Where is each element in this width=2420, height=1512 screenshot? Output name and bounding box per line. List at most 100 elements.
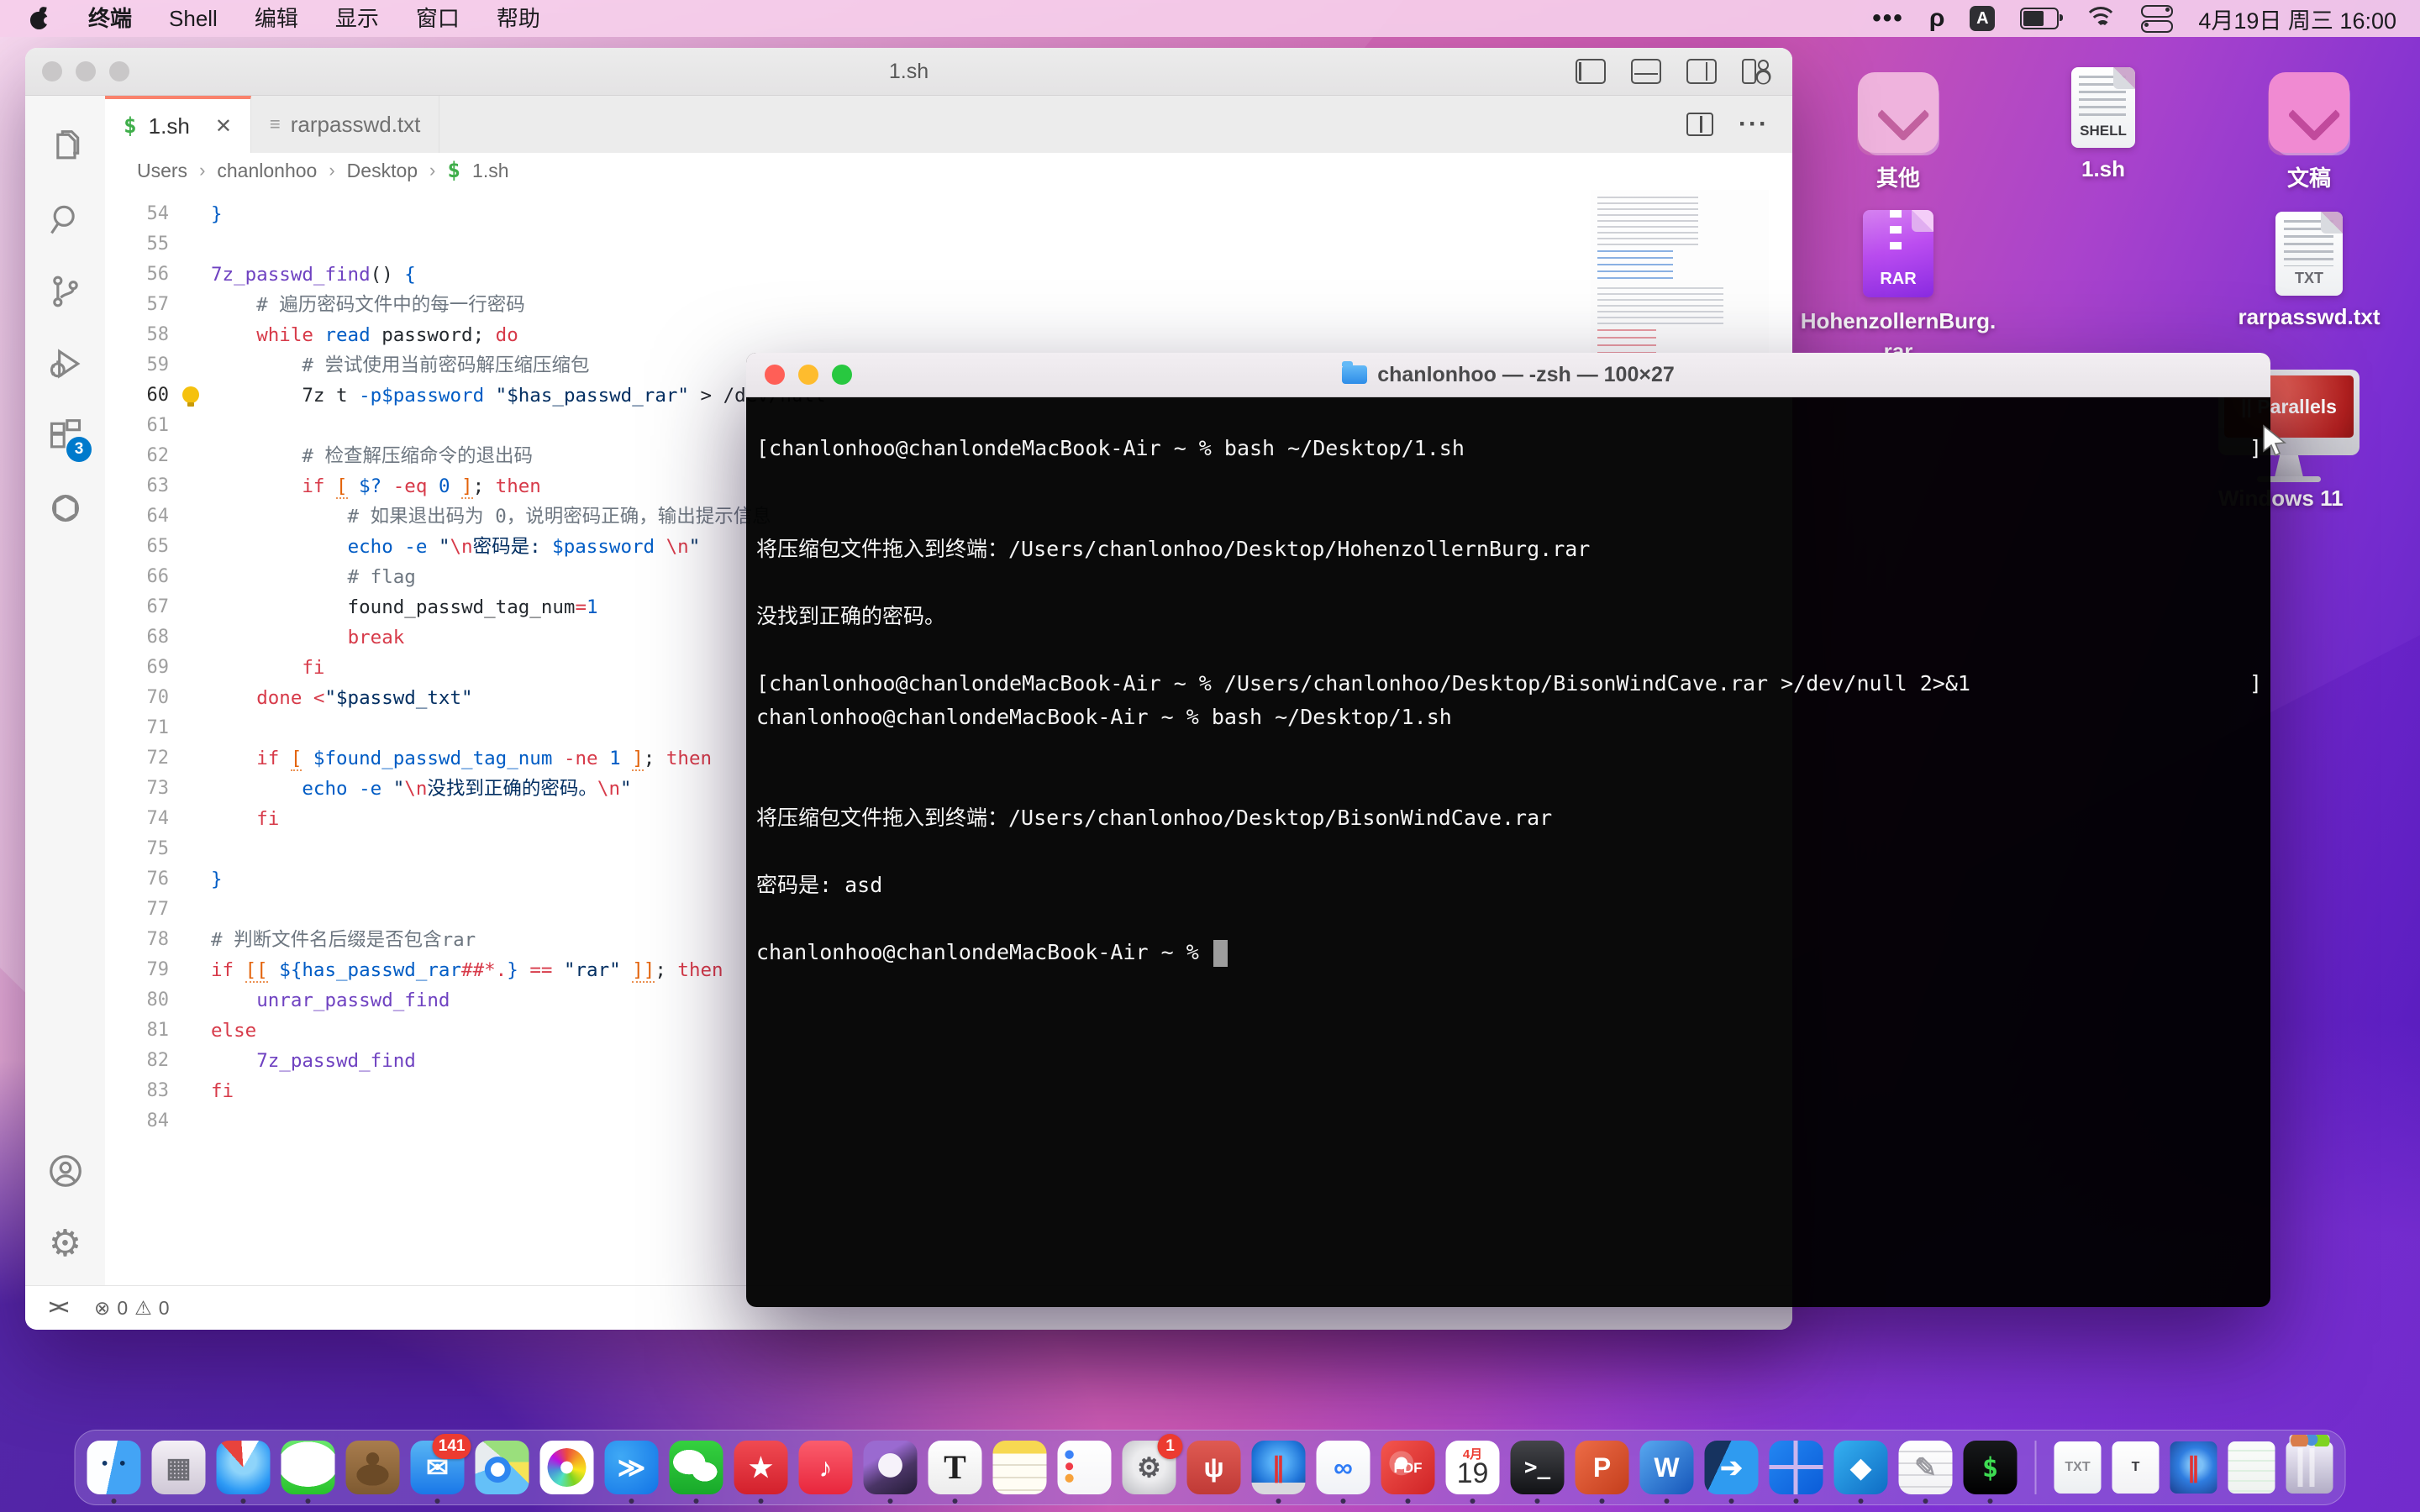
lightbulb-icon[interactable] xyxy=(182,386,199,403)
dock-messages-icon[interactable] xyxy=(281,1441,335,1494)
dock-maps-icon[interactable] xyxy=(476,1441,529,1494)
dock-powerpoint-icon[interactable]: P xyxy=(1576,1441,1629,1494)
dock-i4tools-icon[interactable]: ∞ xyxy=(1317,1441,1370,1494)
terminal-titlebar[interactable]: chanlonhoo — -zsh — 100×27 xyxy=(746,353,2270,397)
extensions-icon[interactable]: 3 xyxy=(25,400,105,472)
apple-menu-icon[interactable] xyxy=(30,8,48,29)
code-line-58[interactable]: 58 while read password; do xyxy=(105,320,1792,350)
more-actions-icon[interactable]: ··· xyxy=(1739,110,1769,139)
dock-pdf-expert-icon[interactable]: PDF xyxy=(1381,1441,1435,1494)
dock-doc-txt-icon[interactable]: TXT xyxy=(2054,1441,2102,1494)
terminal-row-6: 没找到正确的密码。 xyxy=(756,600,2264,633)
line-number: 69 xyxy=(105,653,169,683)
breadcrumb[interactable]: Users›chanlonhoo›Desktop›$1.sh xyxy=(105,153,1792,188)
remote-indicator-icon[interactable]: >< xyxy=(49,1296,66,1320)
activity-bar: 3 ⚙ xyxy=(25,96,106,1286)
search-icon[interactable] xyxy=(25,183,105,255)
tab-close-icon[interactable]: ✕ xyxy=(215,114,232,139)
breadcrumb-item[interactable]: chanlonhoo xyxy=(217,160,317,182)
desktop-file-txt[interactable]: TXT rarpasswd.txt xyxy=(2275,212,2343,330)
terminal-row-4: 将压缩包文件拖入到终端：/Users/chanlonhoo/Desktop/Ho… xyxy=(756,533,2264,566)
menu-clock[interactable]: 4月19日 周三 16:00 xyxy=(2198,3,2396,35)
dock-vscode-icon[interactable]: ◆ xyxy=(1834,1441,1888,1494)
menu-item-帮助[interactable]: 帮助 xyxy=(478,0,559,37)
menu-extra-icon[interactable]: ••• xyxy=(1872,4,1904,33)
dock-share-arrow-icon[interactable]: ➔ xyxy=(1705,1441,1759,1494)
running-indicator xyxy=(1729,1499,1734,1504)
run-debug-icon[interactable] xyxy=(25,328,105,400)
minimap[interactable] xyxy=(1591,190,1769,354)
code-line-55[interactable]: 55 xyxy=(105,229,1792,260)
desktop-stack-documents[interactable]: 文稿 xyxy=(2269,72,2349,192)
split-editor-icon[interactable] xyxy=(1686,113,1713,136)
dock-finder-icon[interactable] xyxy=(87,1441,141,1494)
dock-mail-icon[interactable]: ✉141 xyxy=(411,1441,465,1494)
dock-glyph: ψ xyxy=(1203,1454,1223,1481)
problems-indicator[interactable]: ⊗ 0 ⚠ 0 xyxy=(94,1297,170,1320)
dock-windows11-icon[interactable] xyxy=(1770,1441,1823,1494)
desktop-file-rar[interactable]: RAR HohenzollernBurg. rar xyxy=(1839,210,1957,366)
dock-calendar-icon[interactable]: 4月19 xyxy=(1446,1441,1500,1494)
dock-textedit-icon[interactable]: ✎ xyxy=(1899,1441,1953,1494)
dock-reminders-icon[interactable] xyxy=(1058,1441,1112,1494)
openai-extension-icon[interactable] xyxy=(25,472,105,544)
dock-contacts-icon[interactable] xyxy=(346,1441,400,1494)
dock-launchpad-icon[interactable]: ▦ xyxy=(152,1441,206,1494)
wifi-icon[interactable] xyxy=(2084,7,2116,30)
dock-word-icon[interactable]: W xyxy=(1640,1441,1694,1494)
line-number: 74 xyxy=(105,804,169,834)
desktop-stack-other[interactable]: 其他 xyxy=(1858,72,1939,192)
line-number: 66 xyxy=(105,562,169,592)
battery-icon[interactable] xyxy=(2020,8,2059,29)
menu-item-窗口[interactable]: 窗口 xyxy=(397,0,478,37)
menu-item-显示[interactable]: 显示 xyxy=(317,0,397,37)
menu-item-Shell[interactable]: Shell xyxy=(150,0,236,37)
breadcrumb-item[interactable]: Desktop xyxy=(347,160,418,182)
toggle-sidebar-icon[interactable] xyxy=(1576,59,1606,84)
dock-chat-window-icon[interactable] xyxy=(2228,1441,2275,1494)
dock-music-icon[interactable]: ♪ xyxy=(799,1441,853,1494)
input-method-icon[interactable]: A xyxy=(1970,6,1995,31)
dock-notes-icon[interactable] xyxy=(993,1441,1047,1494)
dock-terminal-icon[interactable]: >_ xyxy=(1511,1441,1565,1494)
control-center-icon[interactable] xyxy=(2141,5,2173,33)
code-text: # 遍历密码文件中的每一行密码 xyxy=(211,290,525,320)
code-line-56[interactable]: 567z_passwd_find() { xyxy=(105,260,1792,290)
dock-doc-t-icon[interactable]: T xyxy=(2112,1441,2160,1494)
dock-settings-icon[interactable]: ⚙1 xyxy=(1123,1441,1176,1494)
line-number: 57 xyxy=(105,290,169,320)
dock-parallels-icon[interactable]: ∥ xyxy=(1252,1441,1306,1494)
menu-item-终端[interactable]: 终端 xyxy=(70,0,150,37)
code-line-54[interactable]: 54} xyxy=(105,199,1792,229)
dock-glyph: ⚙ xyxy=(1137,1454,1161,1481)
vscode-titlebar[interactable]: 1.sh xyxy=(25,48,1792,96)
tab-1sh[interactable]: $ 1.sh ✕ xyxy=(105,96,251,153)
dock-github-icon[interactable] xyxy=(864,1441,918,1494)
breadcrumb-item[interactable]: Users xyxy=(137,160,187,182)
customize-layout-icon[interactable] xyxy=(1742,59,1770,82)
desktop-file-1sh[interactable]: SHELL 1.sh xyxy=(2071,67,2135,182)
source-control-icon[interactable] xyxy=(25,255,105,328)
code-line-57[interactable]: 57 # 遍历密码文件中的每一行密码 xyxy=(105,290,1792,320)
dock-win11-window-icon[interactable]: ∥ xyxy=(2170,1441,2217,1494)
stack-label: 文稿 xyxy=(2269,161,2349,192)
breadcrumb-file[interactable]: 1.sh xyxy=(472,160,508,182)
dock-dingtalk-icon[interactable]: ≫ xyxy=(605,1441,659,1494)
parallels-status-icon[interactable]: ρ xyxy=(1929,4,1945,33)
dock-iterm-shell-icon[interactable]: $ xyxy=(1964,1441,2018,1494)
dock-trash-icon[interactable] xyxy=(2286,1441,2333,1494)
dock-typora-icon[interactable]: T xyxy=(929,1441,982,1494)
toggle-panel-icon[interactable] xyxy=(1631,59,1661,84)
dock-bookmark-star-icon[interactable]: ★ xyxy=(734,1441,788,1494)
explorer-icon[interactable] xyxy=(25,111,105,183)
account-icon[interactable] xyxy=(25,1135,105,1207)
dock-safari-icon[interactable] xyxy=(217,1441,271,1494)
dock-photos-icon[interactable] xyxy=(540,1441,594,1494)
tab-rarpasswd[interactable]: ≡ rarpasswd.txt xyxy=(251,96,439,153)
toggle-secondary-sidebar-icon[interactable] xyxy=(1686,59,1717,84)
terminal-content[interactable]: [chanlonhoo@chanlondeMacBook-Air ~ % bas… xyxy=(746,396,2270,1307)
settings-gear-icon[interactable]: ⚙ xyxy=(25,1207,105,1279)
dock-wechat-icon[interactable] xyxy=(670,1441,723,1494)
dock-git-client-icon[interactable]: ψ xyxy=(1187,1441,1241,1494)
menu-item-编辑[interactable]: 编辑 xyxy=(236,0,317,37)
